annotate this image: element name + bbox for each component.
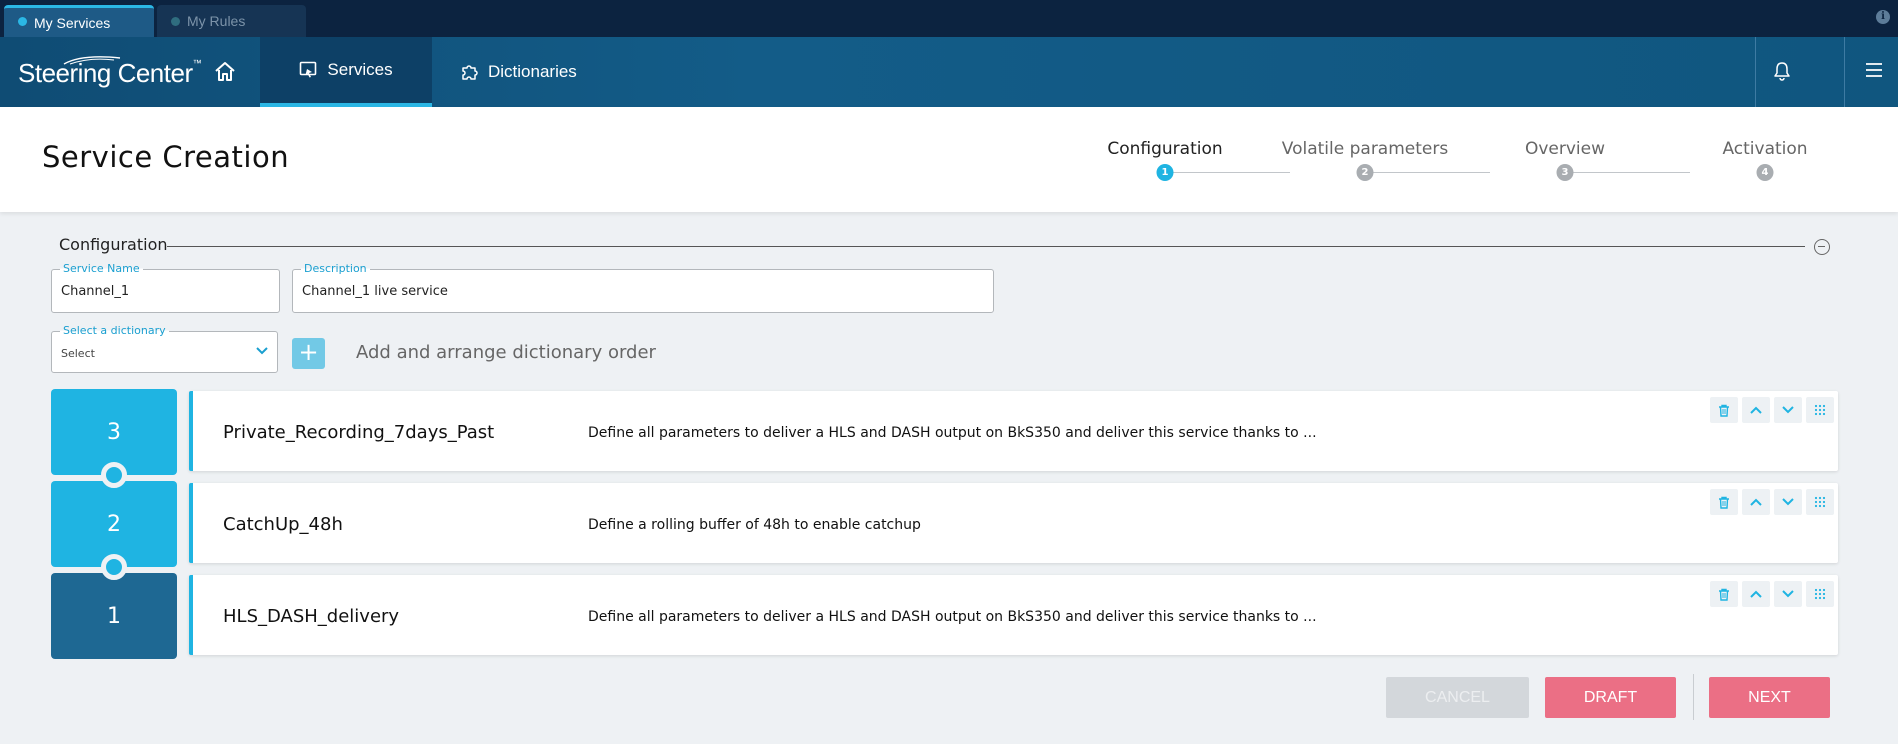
section-title: Configuration <box>59 235 168 254</box>
description-label: Description <box>301 262 370 275</box>
step-number: 4 <box>1756 164 1774 181</box>
dictionary-row[interactable]: CatchUp_48h Define a rolling buffer of 4… <box>189 483 1838 563</box>
dictionary-order-tile[interactable]: 2 <box>51 481 177 580</box>
tab-my-services[interactable]: My Services <box>4 5 154 37</box>
dictionary-description: Define all parameters to deliver a HLS a… <box>588 425 1317 441</box>
order-number: 2 <box>107 511 121 537</box>
next-button[interactable]: NEXT <box>1709 677 1830 718</box>
puzzle-knob <box>101 462 127 488</box>
collapse-icon[interactable] <box>1814 239 1830 255</box>
button-divider <box>1693 674 1694 720</box>
info-icon[interactable]: i <box>1876 10 1890 24</box>
move-down-icon[interactable] <box>1774 581 1802 607</box>
move-down-icon[interactable] <box>1774 397 1802 423</box>
dictionary-name: Private_Recording_7days_Past <box>223 422 495 443</box>
service-name-field[interactable]: Service Name Channel_1 <box>51 262 280 313</box>
nav-divider <box>1844 37 1845 107</box>
section-divider <box>167 246 1805 247</box>
description-value: Channel_1 live service <box>302 284 448 299</box>
step-connector <box>1572 172 1690 173</box>
add-dictionary-label: Add and arrange dictionary order <box>356 342 656 363</box>
row-actions <box>1710 397 1834 423</box>
status-dot-icon <box>171 17 180 26</box>
dictionary-row[interactable]: HLS_DASH_delivery Define all parameters … <box>189 575 1838 655</box>
services-icon <box>300 61 317 78</box>
service-name-label: Service Name <box>60 262 143 275</box>
main-navbar: Steering Center™ Services Dictionaries <box>0 37 1898 107</box>
step-connector <box>1372 172 1490 173</box>
dictionary-name: HLS_DASH_delivery <box>223 606 400 627</box>
draft-button[interactable]: DRAFT <box>1545 677 1676 718</box>
drag-handle-icon[interactable] <box>1806 581 1834 607</box>
browser-tab-strip: My Services My Rules i <box>0 0 1898 37</box>
step-overview[interactable]: Overview <box>1525 139 1605 159</box>
status-dot-icon <box>18 17 27 26</box>
tab-my-rules[interactable]: My Rules <box>157 5 306 37</box>
step-number: 3 <box>1556 164 1574 181</box>
dictionary-name: CatchUp_48h <box>223 514 343 535</box>
chevron-down-icon <box>256 347 268 355</box>
move-up-icon[interactable] <box>1742 397 1770 423</box>
add-dictionary-button[interactable]: + <box>292 338 325 369</box>
tab-label: My Services <box>34 14 111 31</box>
service-name-value: Channel_1 <box>61 284 130 299</box>
nav-dictionaries-label: Dictionaries <box>488 62 577 81</box>
dictionary-description: Define all parameters to deliver a HLS a… <box>588 609 1317 625</box>
puzzle-icon <box>462 65 478 80</box>
move-down-icon[interactable] <box>1774 489 1802 515</box>
logo-trademark: ™ <box>192 58 202 68</box>
home-icon[interactable] <box>212 59 238 85</box>
cancel-button[interactable]: CANCEL <box>1386 677 1529 718</box>
page-header: Service Creation Configuration 1 Volatil… <box>0 107 1898 212</box>
step-number: 1 <box>1156 164 1174 181</box>
row-actions <box>1710 489 1834 515</box>
dictionary-row[interactable]: Private_Recording_7days_Past Define all … <box>189 391 1838 471</box>
dictionary-select-value: Select <box>61 347 95 360</box>
delete-icon[interactable] <box>1710 397 1738 423</box>
row-actions <box>1710 581 1834 607</box>
step-connector <box>1172 172 1290 173</box>
dictionary-order-tile[interactable]: 1 <box>51 573 177 659</box>
move-up-icon[interactable] <box>1742 581 1770 607</box>
hamburger-menu-icon[interactable] <box>1864 61 1884 79</box>
tab-label: My Rules <box>187 13 246 29</box>
order-number: 1 <box>107 603 121 629</box>
dictionary-order-tile[interactable]: 3 <box>51 389 177 488</box>
step-number: 2 <box>1356 164 1374 181</box>
logo-swoosh-icon <box>63 56 121 65</box>
step-configuration[interactable]: Configuration <box>1107 139 1222 159</box>
nav-services-label: Services <box>327 60 393 79</box>
move-up-icon[interactable] <box>1742 489 1770 515</box>
delete-icon[interactable] <box>1710 489 1738 515</box>
nav-services[interactable]: Services <box>260 37 432 107</box>
dictionary-select[interactable]: Select a dictionary Select <box>51 324 278 373</box>
drag-handle-icon[interactable] <box>1806 489 1834 515</box>
order-number: 3 <box>107 419 121 445</box>
nav-dictionaries[interactable]: Dictionaries <box>460 37 590 107</box>
dictionary-description: Define a rolling buffer of 48h to enable… <box>588 517 921 533</box>
nav-divider <box>1755 37 1756 107</box>
delete-icon[interactable] <box>1710 581 1738 607</box>
description-field[interactable]: Description Channel_1 live service <box>292 262 994 313</box>
step-volatile-parameters[interactable]: Volatile parameters <box>1282 139 1448 159</box>
drag-handle-icon[interactable] <box>1806 397 1834 423</box>
page-title: Service Creation <box>42 140 290 174</box>
bell-icon[interactable] <box>1773 61 1791 81</box>
puzzle-knob <box>101 554 127 580</box>
wizard-stepper: Configuration 1 Volatile parameters 2 Ov… <box>1100 139 1820 189</box>
steering-center-logo[interactable]: Steering Center™ <box>18 56 202 89</box>
dictionary-select-label: Select a dictionary <box>60 324 169 337</box>
step-activation[interactable]: Activation <box>1722 139 1807 159</box>
